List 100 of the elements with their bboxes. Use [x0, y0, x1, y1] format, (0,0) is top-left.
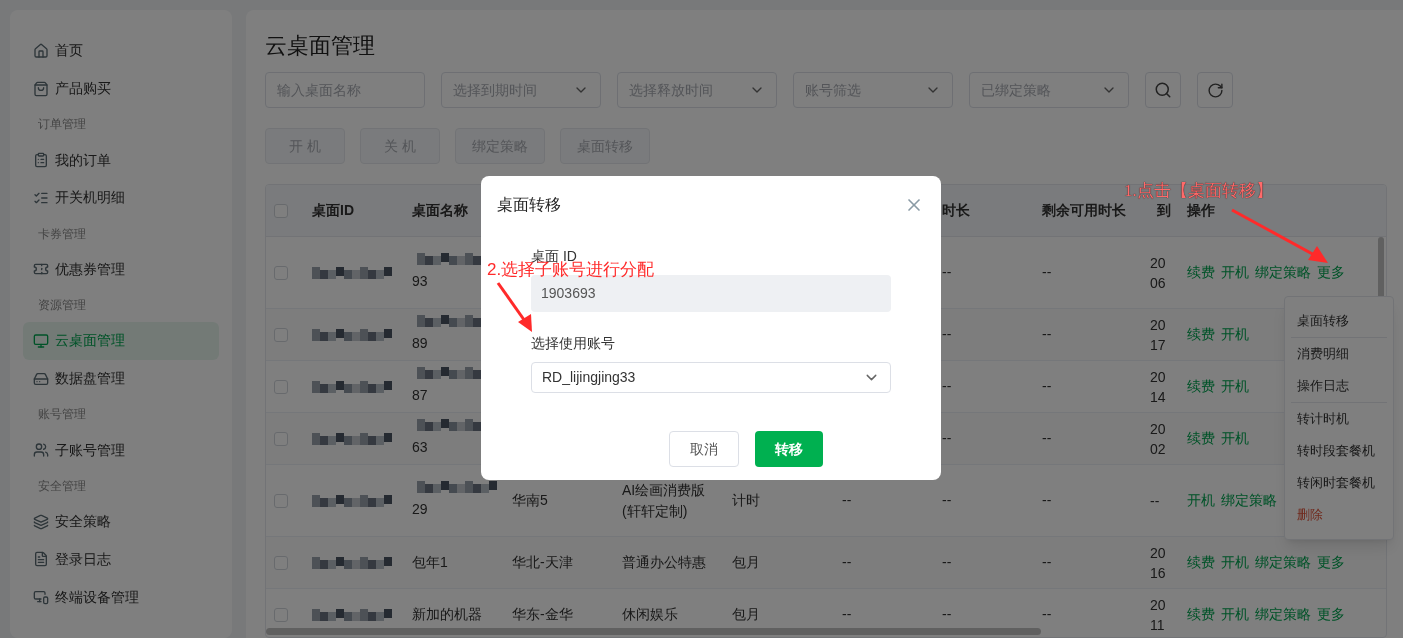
menu-item[interactable]: 消费明细: [1285, 338, 1393, 370]
table-cell-text: 休闲娱乐: [622, 605, 678, 624]
sidebar-item[interactable]: 子账号管理: [23, 431, 219, 469]
table-cell-text: 包月: [732, 605, 760, 624]
table-cell-text: --: [942, 429, 952, 448]
refresh-button[interactable]: [1197, 72, 1233, 108]
menu-item[interactable]: 桌面转移: [1285, 305, 1393, 337]
menu-item[interactable]: 转闲时套餐机: [1285, 467, 1393, 499]
table-cell-text: --: [1042, 325, 1052, 344]
row-action-link[interactable]: 更多: [1317, 604, 1345, 625]
table-cell-text: 93: [412, 272, 429, 291]
column-header: 时长: [942, 201, 970, 220]
table-cell-text: 87: [412, 386, 429, 405]
table-cell-text: --: [842, 491, 852, 510]
table-cell-text: 06: [1150, 273, 1167, 293]
home-icon: [33, 42, 49, 59]
row-action-link[interactable]: 续费: [1187, 604, 1215, 625]
sidebar-item[interactable]: 产品购买: [23, 69, 219, 108]
sidebar-item[interactable]: 优惠券管理: [23, 250, 219, 289]
sidebar-item[interactable]: 安全策略: [23, 502, 219, 541]
table-cell-text: 11: [1150, 615, 1166, 635]
annotation-text: 1.点击【桌面转移】: [1124, 180, 1273, 202]
menu-item[interactable]: 操作日志: [1285, 370, 1393, 402]
confirm-button[interactable]: 转移: [755, 431, 823, 467]
dialog-title: 桌面转移: [497, 195, 561, 215]
row-action-link[interactable]: 续费: [1187, 376, 1215, 397]
column-header: 桌面名称: [412, 201, 468, 220]
sidebar-item[interactable]: 登录日志: [23, 540, 219, 579]
table-cell-text: 包年1: [412, 553, 448, 572]
table-cell-text: --: [1042, 553, 1052, 572]
table-cell-text: --: [1042, 263, 1052, 282]
field-label: 选择使用账号: [531, 334, 616, 353]
menu-item[interactable]: 删除: [1285, 499, 1393, 531]
column-header: 桌面ID: [312, 201, 354, 220]
devices-icon: [33, 589, 49, 606]
table-cell-text: --: [842, 553, 852, 572]
table-cell-text: 20: [1150, 253, 1167, 273]
row-action-link[interactable]: 续费: [1187, 324, 1215, 345]
column-header: 操作: [1187, 201, 1215, 220]
sidebar-item[interactable]: 云桌面管理: [23, 321, 219, 360]
table-cell-text: --: [842, 605, 852, 624]
row-action-link[interactable]: 开机: [1221, 428, 1249, 449]
row-action-link[interactable]: 开机: [1221, 324, 1249, 345]
row-action-link[interactable]: 续费: [1187, 428, 1215, 449]
row-action-link[interactable]: 续费: [1187, 552, 1215, 573]
table-cell-text: --: [1042, 377, 1052, 396]
layers-icon: [33, 513, 49, 530]
table-cell-text: --: [1042, 429, 1052, 448]
search-button[interactable]: [1145, 72, 1181, 108]
menu-item[interactable]: 转时段套餐机: [1285, 435, 1393, 467]
row-action-link[interactable]: 更多: [1317, 552, 1345, 573]
refresh-icon: [1206, 81, 1224, 99]
table-cell-text: 02: [1150, 439, 1167, 459]
account-select[interactable]: RD_lijingjing33: [531, 362, 891, 393]
sidebar-item[interactable]: 开关机明细: [23, 178, 219, 217]
table-cell-text: 63: [412, 438, 429, 457]
row-action-link[interactable]: 更多: [1317, 262, 1345, 283]
sidebar-item[interactable]: 数据盘管理: [23, 359, 219, 398]
row-action-link[interactable]: 绑定策略: [1255, 604, 1311, 625]
clipboard-icon: [33, 152, 49, 169]
sidebar-item[interactable]: 我的订单: [23, 141, 219, 179]
bag-icon: [33, 80, 49, 97]
table-cell-text: 普通办公特惠: [622, 553, 706, 572]
row-action-link[interactable]: 开机: [1221, 262, 1249, 283]
table-cell-text: 20: [1150, 595, 1167, 615]
table-cell-text: 包月: [732, 553, 760, 572]
table-cell-text: --: [942, 325, 952, 344]
row-action-link[interactable]: 续费: [1187, 262, 1215, 283]
table-cell-text: 29: [412, 500, 429, 519]
column-header: 到: [1157, 201, 1171, 220]
table-cell-text: 华南5: [512, 491, 548, 510]
table-cell-text: 14: [1150, 387, 1167, 407]
table-cell-text: --: [942, 377, 952, 396]
horizontal-scrollbar[interactable]: [266, 628, 1041, 635]
table-cell-text: 华东-金华: [512, 605, 573, 624]
menu-item[interactable]: 转计时机: [1285, 403, 1393, 435]
table-cell-text: --: [1042, 605, 1052, 624]
row-action-link[interactable]: 绑定策略: [1221, 490, 1277, 511]
document-icon: [33, 551, 49, 568]
table-cell-text: --: [1150, 491, 1161, 511]
table-cell-text: 20: [1150, 543, 1167, 563]
cancel-button[interactable]: 取消: [669, 431, 739, 467]
table-cell-text: AI绘画消费版(轩轩定制): [622, 480, 707, 521]
row-action-link[interactable]: 开机: [1221, 376, 1249, 397]
sidebar-item[interactable]: 首页: [23, 32, 219, 70]
search-icon: [1154, 81, 1172, 99]
table-cell-text: --: [942, 263, 952, 282]
row-action-link[interactable]: 绑定策略: [1255, 262, 1311, 283]
row-action-link[interactable]: 开机: [1221, 604, 1249, 625]
table-cell-text: 20: [1150, 315, 1167, 335]
table-cell-text: --: [1042, 491, 1052, 510]
row-action-link[interactable]: 开机: [1187, 490, 1215, 511]
page-title: 云桌面管理: [265, 32, 376, 60]
row-action-link[interactable]: 绑定策略: [1255, 552, 1311, 573]
table-cell-text: --: [942, 605, 952, 624]
table-cell-text: 89: [412, 334, 429, 353]
sidebar-item[interactable]: 终端设备管理: [23, 578, 219, 616]
table-cell-text: 华北-天津: [512, 553, 573, 572]
table-cell-text: 新加的机器: [412, 605, 482, 624]
row-action-link[interactable]: 开机: [1221, 552, 1249, 573]
